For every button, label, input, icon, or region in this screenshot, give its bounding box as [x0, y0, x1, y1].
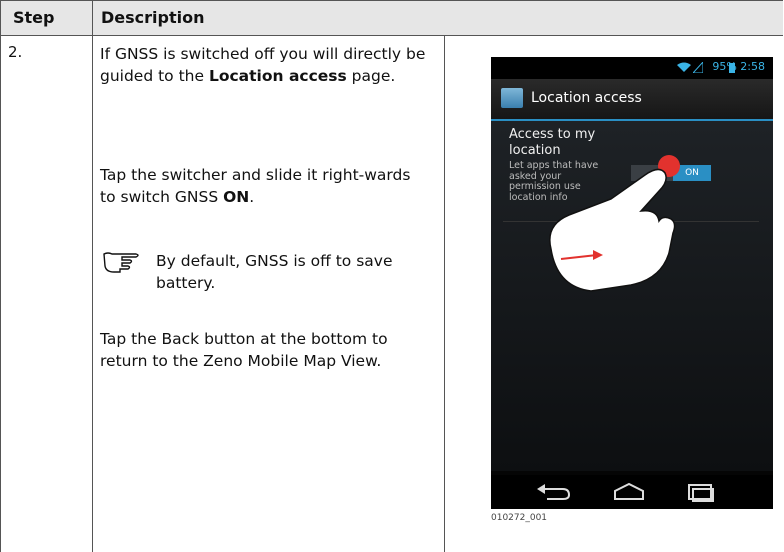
navigation-bar: [491, 475, 773, 509]
column-divider-image: [444, 35, 445, 552]
description-paragraph-1: If GNSS is switched off you will directl…: [100, 45, 426, 85]
pointing-hand-icon: [549, 155, 680, 292]
recents-icon[interactable]: [681, 481, 721, 503]
description-paragraph-3: Tap the Back button at the bottom to ret…: [100, 330, 388, 370]
signal-icon: [693, 62, 703, 73]
settings-app-icon[interactable]: [501, 88, 523, 108]
wifi-icon: [677, 62, 691, 72]
status-bar: 95% 2:58: [491, 57, 773, 79]
battery-icon: [729, 63, 735, 73]
header-bottom-border: [0, 35, 782, 36]
figure-caption: 010272_001: [491, 513, 548, 523]
note-text: By default, GNSS is off to save battery.: [156, 252, 393, 292]
on-term: ON: [223, 188, 250, 206]
location-access-term: Location access: [208, 67, 347, 85]
header-step: Step: [13, 8, 55, 27]
back-icon[interactable]: [533, 481, 573, 503]
screen-title: Location access: [531, 90, 642, 106]
status-text: 95% 2:58: [712, 60, 765, 73]
table-border-left: [0, 0, 1, 552]
table-header: Step Description: [0, 0, 783, 36]
note-block: By default, GNSS is off to save battery.: [100, 250, 430, 300]
home-icon[interactable]: [609, 481, 649, 503]
settings-content: Access to my location Let apps that have…: [491, 121, 773, 471]
step-number: 2.: [8, 43, 23, 61]
pointing-hand-icon: [103, 252, 139, 273]
header-description: Description: [101, 8, 205, 27]
column-divider-step: [92, 0, 93, 552]
phone-screenshot: 95% 2:58 Location access Access to my lo…: [491, 57, 773, 509]
step-table: Step Description 2. If GNSS is switched …: [0, 0, 784, 552]
action-bar: Location access: [491, 79, 773, 121]
description-paragraph-2: Tap the switcher and slide it right-ward…: [100, 166, 411, 206]
